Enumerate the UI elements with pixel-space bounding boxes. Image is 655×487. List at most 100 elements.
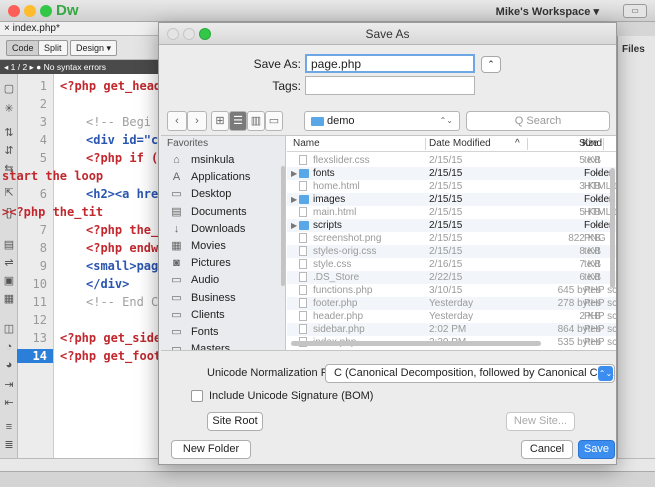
syntax-error-icon[interactable]: ▤ [2, 238, 16, 252]
format-source-icon[interactable]: ≡ [2, 420, 16, 434]
sidebar-item-desktop[interactable]: ▭ Desktop [169, 186, 284, 203]
sidebar-item-fonts[interactable]: ▭ Fonts [169, 324, 284, 341]
forward-button[interactable]: › [187, 111, 207, 131]
file-name: main.html [313, 207, 357, 218]
bom-checkbox[interactable] [191, 390, 203, 402]
code-editor[interactable]: <?php get_head <!-- Begi <div id="c <?ph… [54, 74, 158, 458]
file-date: 2/15/15 [429, 207, 463, 218]
close-window-button[interactable] [8, 5, 20, 17]
file-icon [299, 207, 307, 217]
select-parent-icon[interactable]: ⇵ [2, 144, 16, 158]
line-numbers-icon[interactable]: ⇱ [2, 186, 16, 200]
folder-row[interactable]: ▶ fonts 2/15/15 -- Folder [287, 167, 616, 180]
list-horizontal-scrollbar[interactable] [291, 341, 541, 346]
folder-row[interactable]: ▶ images 2/15/15 -- Folder [287, 193, 616, 206]
word-wrap-icon[interactable]: ⇌ [2, 256, 16, 270]
column-view-button[interactable]: ▥ [247, 111, 265, 131]
disclosure-triangle-icon[interactable]: ▶ [291, 167, 297, 180]
app-titlebar: Dw Mike's Workspace ▾ ▭ [0, 0, 655, 22]
move-css-icon[interactable]: ◕ [2, 358, 16, 372]
disclosure-triangle-icon[interactable]: ▶ [291, 193, 297, 206]
collapse-icon[interactable]: ✳ [2, 102, 16, 116]
sidebar-item-audio[interactable]: ▭ Audio [169, 272, 284, 289]
workspace-switcher[interactable]: Mike's Workspace ▾ [496, 5, 599, 18]
expand-all-icon[interactable]: ⇅ [2, 126, 16, 140]
icon-view-button[interactable]: ⊞ [211, 111, 229, 131]
sidebar-item-movies[interactable]: ▦ Movies [169, 238, 284, 255]
file-kind: PNG [584, 233, 606, 244]
new-site-button[interactable]: New Site... [506, 412, 575, 431]
file-row[interactable]: screenshot.png 2/15/15 822 KB PNG [287, 232, 616, 245]
file-date: 2/15/15 [429, 246, 463, 257]
file-row[interactable]: flexslider.css 2/15/15 5 KB text [287, 154, 616, 167]
sidebar-item-label: Masters [191, 343, 231, 350]
tags-input[interactable] [305, 76, 475, 95]
align-icon[interactable]: ≣ [2, 438, 16, 452]
filename-input[interactable]: page.php [305, 54, 475, 73]
cover-flow-button[interactable]: ▭ [265, 111, 283, 131]
recent-snippets-icon[interactable]: ◔ [2, 340, 16, 354]
current-line-number: 14 [17, 349, 53, 363]
save-button[interactable]: Save [578, 440, 615, 459]
document-tab[interactable]: × index.php* [0, 22, 158, 36]
list-vertical-scrollbar[interactable] [610, 168, 615, 288]
search-input[interactable]: Q Search [466, 111, 610, 131]
panel-toggle-button[interactable]: ▭ [623, 4, 647, 18]
file-row[interactable]: home.html 2/15/15 3 KB HTML t [287, 180, 616, 193]
file-name: home.html [313, 181, 360, 192]
sidebar-item-applications[interactable]: A Applications [169, 169, 284, 186]
expand-dialog-button[interactable]: ⌃ [481, 56, 501, 73]
dialog-titlebar: Save As [159, 23, 616, 45]
file-icon [299, 285, 307, 295]
disclosure-triangle-icon[interactable]: ▶ [291, 219, 297, 232]
file-date: 2/15/15 [429, 220, 463, 231]
file-row[interactable]: sidebar.php2:02 PM864 bytesPHP scr [287, 323, 616, 336]
file-row[interactable]: header.phpYesterday2 KBPHP scr [287, 310, 616, 323]
file-name: fonts [313, 168, 335, 179]
column-kind[interactable]: Kind [582, 138, 602, 149]
sidebar-item-clients[interactable]: ▭ Clients [169, 307, 284, 324]
code-line: <small>pag [86, 259, 158, 273]
outdent-icon[interactable]: ⇤ [2, 396, 16, 410]
split-view-button[interactable]: Split [38, 40, 68, 56]
code-line: <!-- Begi [86, 115, 152, 129]
sidebar-item-documents[interactable]: ▤ Documents [169, 204, 284, 221]
file-row[interactable]: main.html 2/15/15 5 KB HTML t [287, 206, 616, 219]
sidebar-item-msinkula[interactable]: ⌂ msinkula [169, 152, 284, 169]
column-date-modified[interactable]: Date Modified [429, 138, 491, 149]
code-view-button[interactable]: Code [6, 40, 40, 56]
list-view-button[interactable]: ☰ [229, 111, 247, 131]
apply-comment-icon[interactable]: ▣ [2, 274, 16, 288]
sidebar-scrollbar[interactable] [281, 166, 285, 286]
design-view-button[interactable]: Design ▾ [70, 40, 118, 56]
location-dropdown[interactable]: demo ⌃⌄ [304, 111, 460, 131]
file-row[interactable]: .DS_Store 2/22/15 6 KB text [287, 271, 616, 284]
remove-comment-icon[interactable]: ▦ [2, 292, 16, 306]
unicode-selected-value: C (Canonical Decomposition, followed by … [334, 367, 615, 379]
code-line: <div id="c [86, 133, 158, 147]
file-row[interactable]: footer.phpYesterday278 bytesPHP scr [287, 297, 616, 310]
file-row[interactable]: style.css 2/16/15 7 KB text [287, 258, 616, 271]
sidebar-item-masters[interactable]: ▭ Masters [169, 341, 284, 350]
sidebar-item-downloads[interactable]: ↓ Downloads [169, 221, 284, 238]
minimize-window-button[interactable] [24, 5, 36, 17]
file-row[interactable]: styles-orig.css 2/15/15 8 KB text [287, 245, 616, 258]
cancel-button[interactable]: Cancel [521, 440, 573, 459]
app-status-bar [0, 471, 655, 487]
folder-row[interactable]: ▶ scripts 2/15/15 -- Folder [287, 219, 616, 232]
open-documents-icon[interactable]: ▢ [2, 82, 16, 96]
sidebar-item-label: Clients [191, 308, 225, 321]
chevron-down-icon: ▾ [593, 6, 599, 18]
files-panel-tab[interactable]: Files [622, 44, 645, 55]
wrap-tag-icon[interactable]: ◫ [2, 322, 16, 336]
indent-icon[interactable]: ⇥ [2, 378, 16, 392]
new-folder-button[interactable]: New Folder [171, 440, 251, 459]
back-button[interactable]: ‹ [167, 111, 187, 131]
sidebar-item-pictures[interactable]: ◙ Pictures [169, 255, 284, 272]
zoom-window-button[interactable] [40, 5, 52, 17]
unicode-normalization-select[interactable]: C (Canonical Decomposition, followed by … [325, 364, 615, 383]
sidebar-item-business[interactable]: ▭ Business [169, 290, 284, 307]
column-name[interactable]: Name [293, 138, 320, 149]
site-root-button[interactable]: Site Root [207, 412, 263, 431]
file-row[interactable]: functions.php3/10/15645 bytesPHP scr [287, 284, 616, 297]
